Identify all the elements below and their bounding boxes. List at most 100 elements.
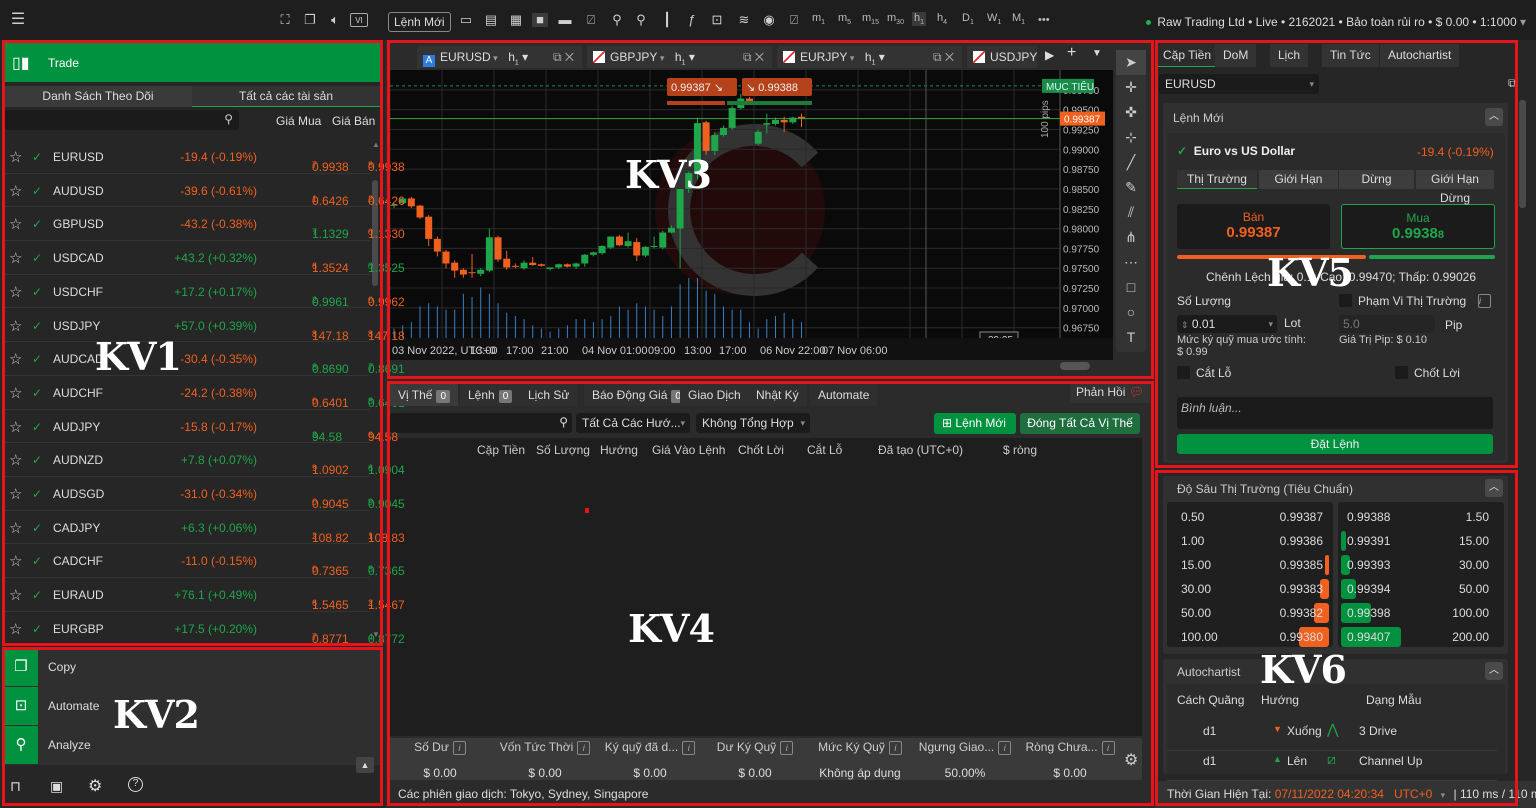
tab-positions-6[interactable]: Automate (810, 384, 878, 406)
wallet-icon[interactable]: ▣ (50, 778, 63, 795)
tab-positions-1[interactable]: Lệnh 0 (460, 384, 521, 406)
star-icon[interactable]: ☆ (9, 552, 22, 570)
help-icon[interactable]: ? (128, 777, 143, 792)
collapse-dom-icon[interactable]: ︿ (1485, 479, 1503, 497)
quantity-stepper[interactable]: ⇕ 0.01 ▾ (1177, 315, 1277, 333)
eye-icon[interactable]: ◉ (761, 13, 777, 27)
dom-bid-row[interactable]: 100.00 0.99380 (1169, 626, 1329, 648)
chart-tab-gbpjpy[interactable]: GBPJPY ▾ h1 ▾ ⧉ ✕ (587, 46, 772, 68)
layout-icon[interactable]: ▤ (483, 13, 499, 27)
dom-ask-row[interactable]: 0.99398 100.00 (1341, 602, 1501, 624)
watchlist-row[interactable]: ☆ ✓ CADCHF -11.0 (-0.15%) 0.7365 0 0.7365 8 (4, 544, 405, 578)
pattern-row[interactable]: d1 ▲ Lên ⧄ Channel Up (1167, 751, 1497, 781)
chart-tab-eurusd[interactable]: A EURUSD ▾ h1 ▾ ⧉ ✕ (417, 46, 582, 68)
dom-ask-row[interactable]: 0.99407 200.00 (1341, 626, 1501, 648)
fullscreen-icon[interactable]: ⛶ (277, 13, 293, 27)
collapse-order-icon[interactable]: ︿ (1485, 108, 1503, 126)
order-type-tab[interactable]: Thị Trường (1177, 170, 1257, 189)
dom-bid-row[interactable]: 15.00 0.99385 (1169, 554, 1329, 576)
market-range-input[interactable]: 5.0 (1339, 315, 1435, 333)
tab-positions-0[interactable]: Vị Thế 0 (390, 384, 459, 406)
info-icon[interactable]: i (682, 741, 696, 755)
info-icon[interactable]: i (1101, 741, 1115, 755)
dom-bid-row[interactable]: 1.00 0.99386 (1169, 530, 1329, 552)
column-header[interactable]: Chốt Lời (738, 443, 784, 457)
place-order-button[interactable]: Đặt Lệnh (1177, 434, 1493, 454)
scroll-up-icon[interactable]: ▲ (372, 140, 380, 149)
language-icon[interactable]: VI (350, 13, 368, 27)
tab-right-2[interactable]: Lịch (1270, 44, 1309, 67)
tab-positions-5[interactable]: Nhật Ký (748, 384, 807, 406)
column-header[interactable]: Số Lượng (536, 443, 590, 457)
timeframe-m15[interactable]: m15 (862, 12, 879, 26)
measure-icon[interactable]: ⊹ (1116, 125, 1146, 150)
tab-all-assets[interactable]: Tất cả các tài sản (192, 86, 380, 107)
take-profit-checkbox[interactable] (1395, 366, 1408, 379)
timeframe-h1[interactable]: h1 (912, 12, 927, 27)
nav-copy[interactable]: ❐ Copy (4, 648, 380, 686)
right-scrollbar[interactable] (1519, 100, 1526, 208)
more-icon[interactable]: ••• (1038, 14, 1050, 26)
star-icon[interactable]: ☆ (9, 317, 22, 335)
column-header[interactable]: Đã tạo (UTC+0) (878, 443, 963, 457)
close-icon[interactable]: ⧉ ✕ (553, 46, 574, 68)
trade-nav[interactable]: ▯▮ Trade (4, 43, 380, 82)
tab-positions-3[interactable]: Báo Động Giá 0 (584, 384, 693, 406)
watchlist-row[interactable]: ☆ ✓ AUDSGD -31.0 (-0.34%) 0.9045 0 0.9045 9 (4, 477, 405, 511)
collapse-autochartist-icon[interactable]: ︿ (1485, 662, 1503, 680)
new-order-button[interactable]: ⊞ Lệnh Mới (934, 413, 1016, 434)
add-tab-icon[interactable]: + (1067, 44, 1076, 62)
info-icon[interactable]: i (998, 741, 1012, 755)
star-icon[interactable]: ☆ (9, 418, 22, 436)
scroll-tabs-right-icon[interactable]: ▶ (1045, 48, 1054, 62)
pitchfork-icon[interactable]: ⋔ (1116, 225, 1146, 250)
dom-ask-row[interactable]: 0.99394 50.00 (1341, 578, 1501, 600)
timeframe-D1[interactable]: D1 (962, 12, 974, 26)
star-icon[interactable]: ☆ (9, 384, 22, 402)
indicators-icon[interactable]: ƒ (684, 13, 700, 27)
tab-right-0[interactable]: Cặp Tiền (1155, 44, 1220, 67)
crosshair-alt-icon[interactable]: ✜ (1116, 100, 1146, 125)
timeframe-m1[interactable]: m1 (812, 12, 825, 26)
layers-icon[interactable]: ≋ (736, 13, 752, 27)
gear-icon[interactable]: ⚙ (88, 776, 102, 796)
cursor-icon[interactable]: ➤ (1116, 50, 1146, 75)
timeframe-W1[interactable]: W1 (987, 12, 1001, 26)
info-icon[interactable]: i (780, 741, 794, 755)
star-icon[interactable]: ☆ (9, 519, 22, 537)
order-type-tab[interactable]: Dừng (1339, 170, 1414, 189)
column-header[interactable]: Hướng (600, 443, 638, 457)
crosshair-icon[interactable]: ✛ (1116, 75, 1146, 100)
timeframe[interactable]: h1 ▾ (508, 50, 528, 66)
menu-icon[interactable]: ☰ (10, 12, 26, 28)
stop-loss-checkbox[interactable] (1177, 366, 1190, 379)
timeframe-m30[interactable]: m30 (887, 12, 904, 26)
comment-input[interactable]: Bình luận... (1177, 397, 1493, 429)
timeframe-M1[interactable]: M1 (1012, 12, 1025, 26)
watchlist-row[interactable]: ☆ ✓ EURAUD +76.1 (+0.49%) 1.5465 6 1.5467 2 (4, 578, 405, 612)
detach-icon[interactable]: ⧉ (1508, 76, 1517, 91)
buy-button[interactable]: Mua 0.99388 (1341, 204, 1495, 249)
account-info[interactable]: Raw Trading Ltd • Live • 2162021 • Bảo t… (1146, 15, 1526, 29)
column-header[interactable]: Giá Vào Lệnh (652, 443, 725, 457)
sell-button[interactable]: Bán 0.99387 (1177, 204, 1330, 249)
star-icon[interactable]: ☆ (9, 485, 22, 503)
market-range-checkbox[interactable] (1339, 294, 1352, 307)
watchlist-row[interactable]: ☆ ✓ GBPUSD -43.2 (-0.38%) 1.1329 7 1.1330 0 (4, 207, 405, 241)
chart-type-icon[interactable]: ⍁ (583, 13, 599, 27)
dom-ask-row[interactable]: 0.99391 15.00 (1341, 530, 1501, 552)
watchlist-row[interactable]: ☆ ✓ AUDNZD +7.8 (+0.07%) 1.0902 9 1.0904 6 (4, 443, 405, 477)
grid-layout-icon[interactable]: ▦ (508, 13, 524, 27)
info-icon[interactable]: i (888, 741, 902, 755)
tab-positions-2[interactable]: Lịch Sử (520, 384, 578, 406)
timeframe-m5[interactable]: m5 (838, 12, 851, 26)
tab-positions-4[interactable]: Giao Dịch (680, 384, 749, 406)
tabs-menu-icon[interactable]: ▼ (1092, 48, 1102, 59)
close-icon[interactable]: ⧉ ✕ (933, 46, 954, 68)
zoom-out-icon[interactable]: ⚲ (633, 13, 649, 27)
column-header[interactable]: $ ròng (1003, 443, 1037, 457)
line-icon[interactable]: ╱ (1116, 150, 1146, 175)
watchlist-row[interactable]: ☆ ✓ CADJPY +6.3 (+0.06%) 108.82 2 108.83 1 (4, 511, 405, 545)
watchlist-row[interactable]: ☆ ✓ EURGBP +17.5 (+0.20%) 0.8771 7 0.8772 4 (4, 612, 405, 646)
zoom-in-icon[interactable]: ⚲ (609, 13, 625, 27)
